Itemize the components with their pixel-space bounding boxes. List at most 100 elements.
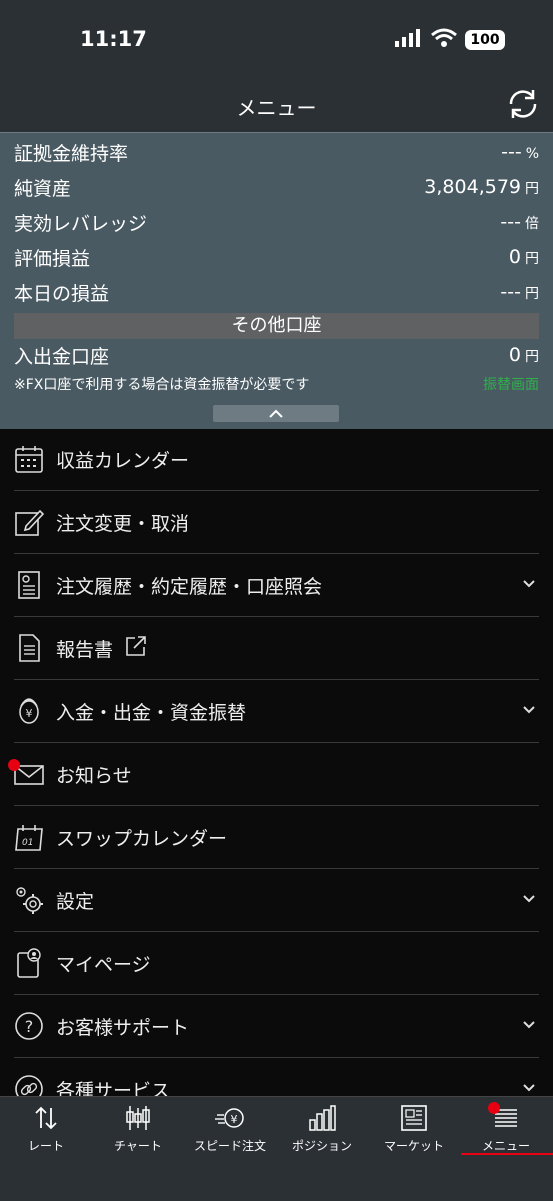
- menu-item-label: 注文履歴・約定履歴・口座照会: [56, 575, 323, 598]
- report-doc-icon: [14, 633, 44, 663]
- menu-item-label: 設定: [56, 890, 95, 913]
- menu-notification-dot: [488, 1102, 500, 1114]
- menu-item-order-modify[interactable]: 注文変更・取消: [14, 491, 539, 554]
- leverage-row: 実効レバレッジ --- 倍: [14, 207, 539, 237]
- speed-order-icon: ¥: [184, 1103, 276, 1133]
- tab-label: スピード注文: [193, 1139, 266, 1153]
- menu-item-order-history[interactable]: 注文履歴・約定履歴・口座照会: [14, 554, 539, 617]
- account-summary: 証拠金維持率 ---% 純資産 3,804,579 円 実効レバレッジ --- 倍 …: [0, 132, 553, 429]
- nav-bar: メニュー: [0, 80, 553, 132]
- row-label: 実効レバレッジ: [14, 212, 148, 235]
- chevron-down-icon[interactable]: [521, 1080, 537, 1096]
- swap-calendar-icon: 01: [14, 822, 44, 852]
- row-value: ---: [500, 281, 521, 303]
- candlestick-icon: [92, 1103, 184, 1133]
- history-doc-icon: [14, 570, 44, 600]
- status-time: 11:17: [80, 27, 147, 51]
- position-bars-icon: [276, 1103, 368, 1133]
- row-unit: 円: [525, 251, 539, 267]
- svg-text:¥: ¥: [26, 707, 33, 720]
- tab-label: メニュー: [481, 1139, 530, 1153]
- page-title: メニュー: [236, 96, 317, 120]
- row-value: 0: [508, 344, 521, 366]
- row-value: ---: [500, 211, 521, 233]
- valuation-pl-row: 評価損益 0円: [14, 242, 539, 272]
- tab-label: レート: [27, 1139, 64, 1153]
- transfer-note-row: ※FX口座で利用する場合は資金振替が必要です 振替画面: [14, 374, 539, 394]
- row-unit: 円: [525, 349, 539, 365]
- tab-position[interactable]: ポジション: [276, 1103, 368, 1154]
- tab-rate[interactable]: レート: [0, 1103, 92, 1154]
- chevron-down-icon[interactable]: [521, 702, 537, 718]
- tab-speed-order[interactable]: ¥ スピード注文: [184, 1103, 276, 1154]
- row-unit: %: [525, 146, 539, 162]
- svg-text:01: 01: [22, 838, 33, 848]
- row-label: 純資産: [14, 177, 72, 200]
- row-label: 本日の損益: [14, 282, 110, 305]
- row-value: ---: [501, 141, 522, 163]
- other-accounts-header: その他口座: [14, 313, 539, 339]
- rate-arrows-icon: [0, 1103, 92, 1133]
- notification-dot: [8, 759, 20, 771]
- support-icon: ?: [14, 1011, 44, 1041]
- row-unit: 倍: [525, 216, 539, 232]
- svg-text:¥: ¥: [231, 1113, 238, 1126]
- margin-ratio-row: 証拠金維持率 ---%: [14, 137, 539, 167]
- menu-item-report[interactable]: 報告書: [14, 617, 539, 680]
- menu-item-label: 収益カレンダー: [56, 449, 190, 472]
- signal-icon: [395, 29, 423, 51]
- battery-icon: 100: [465, 30, 505, 50]
- row-value: 0: [508, 246, 521, 268]
- active-tab-indicator: [461, 1153, 553, 1155]
- tab-label: ポジション: [291, 1139, 352, 1153]
- menu-item-label: 注文変更・取消: [56, 512, 190, 535]
- menu-lines-icon: [460, 1103, 552, 1133]
- tab-label: マーケット: [383, 1139, 444, 1153]
- menu-item-mypage[interactable]: マイページ: [14, 932, 539, 995]
- edit-icon: [14, 507, 44, 537]
- yen-coins-icon: ¥: [14, 696, 44, 726]
- bottom-tab-bar: レート チャート ¥ スピード注文 ポジション マーケット メニュー: [0, 1096, 553, 1201]
- transfer-screen-link[interactable]: 振替画面: [483, 374, 539, 394]
- menu-item-label: 入金・出金・資金振替: [56, 701, 247, 724]
- menu-item-deposit-withdraw[interactable]: ¥ 入金・出金・資金振替: [14, 680, 539, 743]
- collapse-button[interactable]: [213, 405, 339, 422]
- external-link-icon: [125, 635, 147, 661]
- tab-label: チャート: [114, 1139, 162, 1153]
- chevron-down-icon[interactable]: [521, 891, 537, 907]
- status-icons: 100: [395, 28, 505, 52]
- tab-menu[interactable]: メニュー: [460, 1103, 552, 1154]
- menu-item-swap-calendar[interactable]: 01 スワップカレンダー: [14, 806, 539, 869]
- deposit-account-row: 入出金口座 0円: [14, 340, 539, 370]
- transfer-note: ※FX口座で利用する場合は資金振替が必要です: [14, 377, 310, 393]
- chevron-down-icon[interactable]: [521, 576, 537, 592]
- newspaper-icon: [368, 1103, 460, 1133]
- calendar-icon: [14, 444, 44, 474]
- row-unit: 円: [525, 286, 539, 302]
- chevron-up-icon: [269, 409, 283, 418]
- chevron-down-icon[interactable]: [521, 1017, 537, 1033]
- menu-item-notices[interactable]: お知らせ: [8, 743, 539, 806]
- tab-market[interactable]: マーケット: [368, 1103, 460, 1154]
- menu-item-label: マイページ: [56, 953, 151, 976]
- status-bar: 11:17 100: [0, 0, 553, 80]
- svg-text:?: ?: [25, 1017, 34, 1036]
- row-label: 評価損益: [14, 247, 91, 270]
- tab-chart[interactable]: チャート: [92, 1103, 184, 1154]
- row-label: 入出金口座: [14, 345, 110, 368]
- row-unit: 円: [525, 181, 539, 197]
- gear-icon: [14, 885, 44, 915]
- menu-item-profit-calendar[interactable]: 収益カレンダー: [14, 428, 539, 491]
- mypage-icon: [14, 948, 44, 978]
- today-pl-row: 本日の損益 --- 円: [14, 277, 539, 307]
- menu-item-settings[interactable]: 設定: [14, 869, 539, 932]
- row-label: 証拠金維持率: [14, 142, 129, 165]
- menu-item-support[interactable]: ? お客様サポート: [14, 995, 539, 1058]
- menu-list: 収益カレンダー 注文変更・取消 注文履歴・約定履歴・口座照会 報告書 ¥ 入金・…: [0, 428, 553, 1121]
- menu-item-label: 報告書: [56, 638, 114, 661]
- net-assets-row: 純資産 3,804,579 円: [14, 172, 539, 202]
- menu-item-label: お客様サポート: [56, 1016, 190, 1039]
- wifi-icon: [431, 28, 457, 52]
- refresh-icon[interactable]: [505, 86, 541, 126]
- row-value: 3,804,579: [424, 176, 521, 198]
